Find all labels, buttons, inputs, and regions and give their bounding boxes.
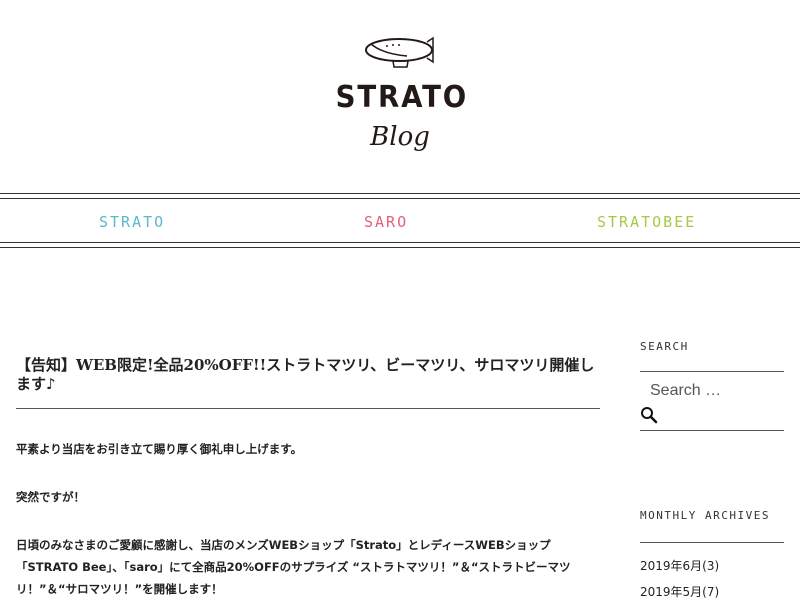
post-paragraph: 日頃のみなさまのご愛顧に感謝し、当店のメンズWEBショップ「Strato」とレデ… (16, 538, 571, 596)
search-icon[interactable] (640, 406, 658, 424)
site-header: STRATO Blog (0, 0, 800, 190)
nav-item-saro[interactable]: SARO (364, 213, 408, 231)
nav-item-strato[interactable]: STRATO (99, 213, 165, 231)
divider (640, 430, 784, 431)
divider (640, 542, 784, 543)
archive-link[interactable]: 2019年5月(7) (640, 579, 784, 600)
post-paragraph: 突然ですが！ (16, 490, 85, 504)
logo-wordmark: STRATO (335, 80, 469, 115)
search-input[interactable] (640, 382, 784, 400)
nav-item-stratobee[interactable]: STRATOBEE (597, 213, 696, 231)
nav-inner: STRATO SARO STRATOBEE (0, 198, 800, 243)
post-title[interactable]: 【告知】WEB限定!全品20%OFF!!ストラトマツリ、ビーマツリ、サロマツリ開… (16, 356, 600, 409)
site-logo[interactable]: STRATO Blog (330, 30, 470, 160)
archive-link[interactable]: 2019年6月(3) (640, 553, 784, 579)
post-article: 【告知】WEB限定!全品20%OFF!!ストラトマツリ、ビーマツリ、サロマツリ開… (16, 356, 600, 600)
post-paragraph: 平素より当店をお引き立て賜り厚く御礼申し上げます。 (16, 442, 303, 456)
archive-list: 2019年6月(3) 2019年5月(7) (640, 553, 784, 600)
divider (640, 371, 784, 372)
search-widget-title: SEARCH (640, 340, 689, 353)
blimp-icon (365, 36, 434, 68)
sidebar: SEARCH MONTHLY ARCHIVES 2019年6月(3) 2019年… (640, 340, 784, 600)
logo-subtitle: Blog (370, 122, 430, 152)
archives-widget-title: MONTHLY ARCHIVES (640, 509, 770, 522)
main-nav: STRATO SARO STRATOBEE (0, 193, 800, 248)
